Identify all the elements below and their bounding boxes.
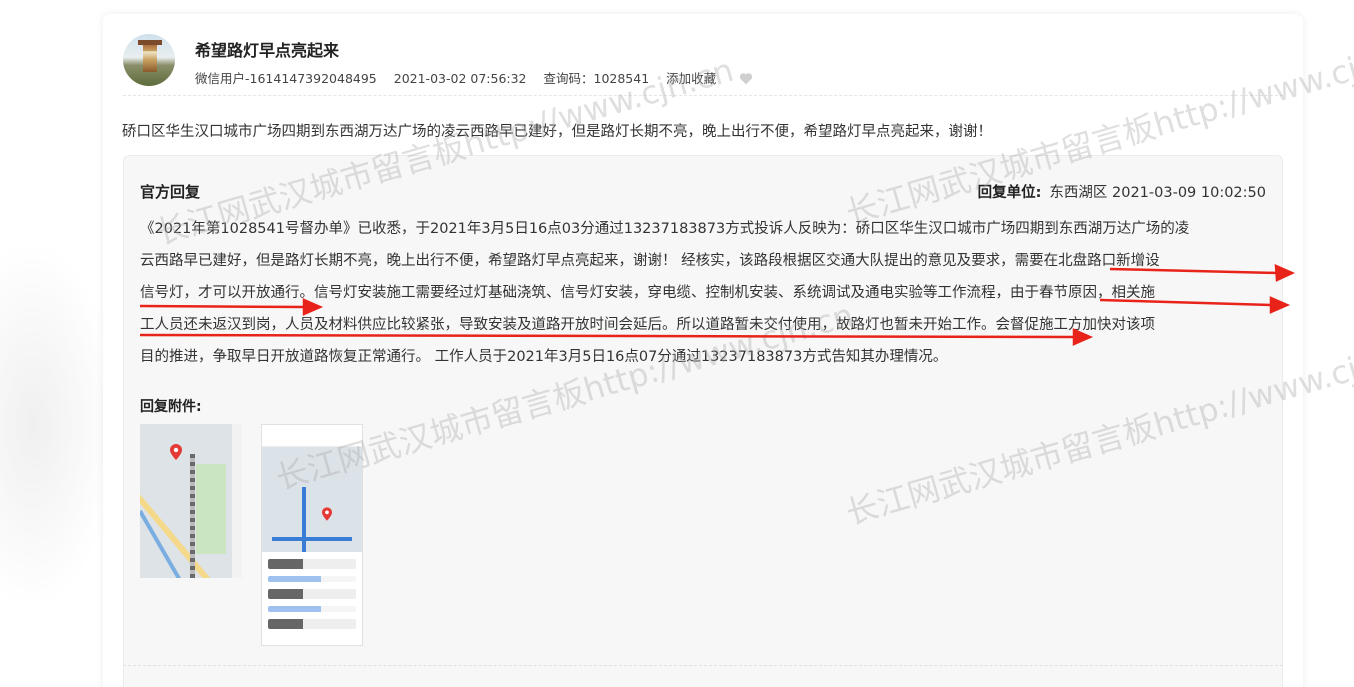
map-pin-icon xyxy=(322,507,332,521)
reply-title: 官方回复 xyxy=(140,183,201,201)
reply-header: 官方回复 回复单位: 东西湖区 2021-03-09 10:02:50 xyxy=(140,181,1266,203)
phone-list-row xyxy=(268,606,356,612)
phone-route xyxy=(302,487,306,557)
avatar-tower-shape xyxy=(143,42,157,72)
post-meta: 微信用户-1614147392048495 2021-03-02 07:56:3… xyxy=(195,68,753,87)
reply-line: 《2021年第1028541号督办单》已收悉，于2021年3月5日16点03分通… xyxy=(140,221,1190,237)
post-datetime: 2021-03-02 07:56:32 xyxy=(393,71,527,86)
reply-line: 目的推进，争取早日开放道路恢复正常通行。 工作人员于2021年3月5日16点07… xyxy=(140,349,948,365)
phone-list-row xyxy=(268,589,356,599)
phone-map xyxy=(262,447,362,557)
attachment-thumbnail-map[interactable] xyxy=(140,424,242,578)
header-divider xyxy=(123,95,1283,96)
phone-topbar xyxy=(262,425,362,447)
heart-icon[interactable] xyxy=(739,72,753,85)
avatar-roof-shape xyxy=(138,40,162,45)
post-query-code: 查询码：1028541 xyxy=(543,71,650,86)
map-railway xyxy=(190,454,195,578)
phone-list-row xyxy=(268,559,356,569)
reply-line: 工人员还未返汉到岗，人员及材料供应比较紧张，导致安装及道路开放时间会延后。所以道… xyxy=(140,317,1155,333)
phone-list-row xyxy=(268,619,356,629)
attachment-thumbnail-phone[interactable] xyxy=(261,424,363,646)
post-content: 硚口区华生汉口城市广场四期到东西湖万达广场的凌云西路早已建好，但是路灯长期不亮，… xyxy=(122,124,992,140)
favorite-button[interactable]: 添加收藏 xyxy=(666,71,729,86)
reply-unit-label: 回复单位: xyxy=(977,185,1042,201)
post-title[interactable]: 希望路灯早点亮起来 xyxy=(195,37,339,61)
phone-list-row xyxy=(268,576,356,582)
reply-line: 信号灯，才可以开放通行。信号灯安装施工需要经过灯基础浇筑、信号灯安装，穿电缆、控… xyxy=(140,285,1155,301)
user-avatar xyxy=(123,34,175,86)
map-pin-icon xyxy=(170,444,182,460)
phone-route xyxy=(272,537,352,541)
reply-body: 《2021年第1028541号督办单》已收悉，于2021年3月5日16点03分通… xyxy=(140,213,1270,373)
reply-unit-value: 东西湖区 2021-03-09 10:02:50 xyxy=(1049,185,1266,201)
favorite-label[interactable]: 添加收藏 xyxy=(666,71,716,86)
phone-list xyxy=(262,552,362,645)
footer-divider xyxy=(123,665,1283,666)
attachments-label: 回复附件: xyxy=(140,399,202,415)
post-header: 希望路灯早点亮起来 微信用户-1614147392048495 2021-03-… xyxy=(123,34,1283,96)
official-reply: 官方回复 回复单位: 东西湖区 2021-03-09 10:02:50 《2021… xyxy=(123,155,1283,687)
reply-unit: 回复单位: 东西湖区 2021-03-09 10:02:50 xyxy=(978,181,1266,202)
message-card: 希望路灯早点亮起来 微信用户-1614147392048495 2021-03-… xyxy=(103,14,1303,687)
post-user: 微信用户-1614147392048495 xyxy=(195,71,377,86)
map-green-area xyxy=(196,464,226,554)
reply-line: 云西路早已建好，但是路灯长期不亮，晚上出行不便，希望路灯早点亮起来，谢谢！ 经核… xyxy=(140,253,1160,269)
map-side-toolbar xyxy=(232,424,242,578)
background-decoration xyxy=(0,250,110,600)
